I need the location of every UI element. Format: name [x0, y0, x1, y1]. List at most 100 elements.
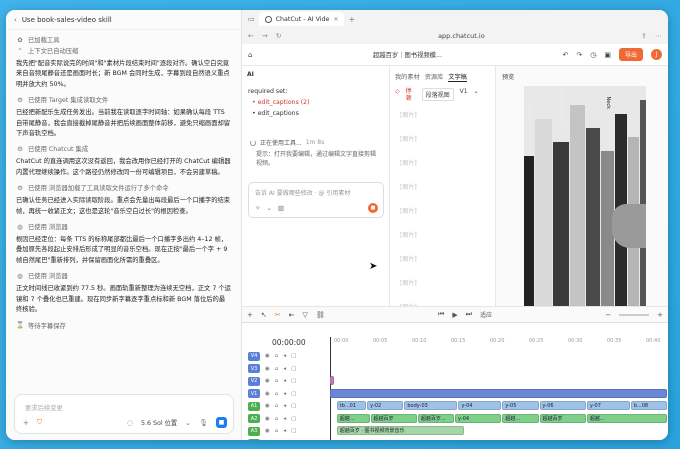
screen-icon[interactable]: ▣	[604, 51, 611, 59]
eye-icon[interactable]: ◉	[265, 416, 270, 422]
sidebar-toggle-icon[interactable]: ▭	[248, 15, 255, 23]
tool-call-line[interactable]: ⚙ 已使用 Chatcut 集成	[16, 143, 231, 154]
lock-icon[interactable]: ⌂	[275, 366, 279, 372]
tool-call-line[interactable]: ✿ 已加载工具	[16, 34, 231, 45]
tool-call-line[interactable]: ⚙ 已使用 Target 集成读取文件	[16, 94, 231, 105]
chevron-down-icon[interactable]: ⌄	[185, 419, 191, 427]
composer-placeholder[interactable]: 要求后续变更	[25, 403, 63, 412]
tool-call-line[interactable]: ⌃ 上下文已自动压缩	[16, 45, 231, 56]
timeline-clip[interactable]: y-06	[539, 401, 586, 410]
model-selector[interactable]: 5.6 Sol 位置	[141, 418, 177, 427]
transcript-image-placeholder[interactable]: [图片]	[400, 110, 495, 134]
transcript-image-placeholder[interactable]: [图片]	[400, 254, 495, 278]
sound-icon[interactable]: ◂	[283, 391, 286, 397]
zoom-out-icon[interactable]: −	[605, 311, 611, 319]
lock-icon[interactable]: ⌂	[275, 378, 279, 384]
transcript-image-placeholder[interactable]: [图片]	[400, 206, 495, 230]
sound-icon[interactable]: ◂	[283, 378, 286, 384]
export-button[interactable]: 导出	[618, 48, 643, 61]
tool-call-line[interactable]: ⌛ 等待字幕保存	[16, 320, 231, 331]
timeline-clip[interactable]: y-07	[586, 401, 630, 410]
url-field[interactable]: app.chatcut.io	[290, 32, 634, 40]
track-id[interactable]: A3	[248, 426, 260, 436]
lock-icon[interactable]: ⌂	[275, 416, 279, 422]
track-id[interactable]: V3	[248, 364, 260, 373]
play-button[interactable]: ▶	[452, 311, 457, 319]
transcript-image-placeholder[interactable]: [图片]	[400, 134, 495, 158]
browser-tab[interactable]: ChatCut - AI Vide ✕	[258, 12, 345, 26]
delete-icon[interactable]: ▢	[291, 391, 296, 397]
track-id[interactable]: A4	[248, 439, 260, 440]
sound-icon[interactable]: ◂	[283, 353, 286, 359]
transcript-image-placeholder[interactable]: [图片]	[400, 230, 495, 254]
chevron-down-icon[interactable]: ⌄	[266, 204, 271, 212]
cursor-tool-icon[interactable]: ↖	[261, 311, 267, 319]
sound-icon[interactable]: ◂	[283, 403, 286, 409]
chat-composer[interactable]: 要求后续变更 + ⛉ ◌ 5.6 Sol 位置 ⌄ 🎙 ■	[14, 394, 234, 434]
ai-input-placeholder[interactable]: 告诉 AI 要做哪些修改 · @ 引用素材	[255, 188, 350, 197]
chevron-left-icon[interactable]: ‹	[14, 16, 17, 24]
send-icon[interactable]: ■	[216, 417, 227, 428]
new-tab-icon[interactable]: +	[348, 15, 355, 24]
sound-icon[interactable]: ◂	[283, 428, 286, 434]
stop-button[interactable]: ■	[368, 203, 378, 213]
history-icon[interactable]: ◷	[590, 51, 596, 59]
redo-icon[interactable]: ↷	[576, 51, 582, 59]
chevron-down-icon[interactable]: ⌄	[474, 88, 479, 95]
forward-icon[interactable]: →	[262, 32, 268, 40]
timeline-clip[interactable]: 超越百岁	[539, 413, 586, 423]
track-id[interactable]: V1	[248, 389, 260, 398]
timeline-clip[interactable]: 超越...	[336, 413, 370, 423]
timeline-clip[interactable]: body-03	[404, 401, 458, 410]
tab-library[interactable]: 资源库	[425, 72, 444, 82]
delete-icon[interactable]: ▢	[291, 416, 296, 422]
eye-icon[interactable]: ◉	[265, 428, 270, 434]
add-icon[interactable]: +	[247, 311, 253, 319]
link-icon[interactable]: ⛓	[316, 311, 325, 319]
timeline-clip[interactable]: tb...01	[336, 401, 367, 410]
reload-icon[interactable]: ↻	[276, 32, 282, 40]
eye-icon[interactable]: ◉	[265, 353, 270, 359]
eye-icon[interactable]: ◉	[265, 378, 270, 384]
sound-icon[interactable]: ◂	[283, 366, 286, 372]
eye-icon[interactable]: ◉	[265, 403, 270, 409]
tool-call-line[interactable]: ◍ 已使用 浏览器	[16, 270, 231, 281]
timeline-clip[interactable]: 超越...	[502, 413, 539, 423]
delete-icon[interactable]: ▢	[291, 378, 296, 384]
delete-icon[interactable]: ▢	[291, 428, 296, 434]
trim-icon[interactable]: ⇤	[289, 311, 295, 319]
zoom-in-icon[interactable]: +	[657, 311, 663, 319]
delete-icon[interactable]: ▢	[291, 366, 296, 372]
lock-icon[interactable]: ⌂	[275, 428, 279, 434]
track-id[interactable]: A2	[248, 414, 260, 423]
timeline-clip[interactable]	[330, 376, 335, 385]
more-icon[interactable]: ⋯	[655, 32, 662, 40]
timeline-clip[interactable]: y-04	[455, 413, 502, 423]
prev-frame-icon[interactable]: ⏮	[438, 310, 444, 319]
timeline-clip[interactable]: 超越百岁	[370, 413, 417, 423]
close-tab-icon[interactable]: ✕	[333, 16, 338, 23]
timeline-clip[interactable]: y-05	[502, 401, 539, 410]
track-id[interactable]: V4	[248, 351, 260, 361]
mic-icon[interactable]: 🎙	[199, 419, 208, 427]
track-id[interactable]: A1	[248, 401, 260, 411]
track-id[interactable]: V2	[248, 376, 260, 386]
delete-icon[interactable]: ▢	[291, 353, 296, 359]
timeline-clip[interactable]: 超越百岁 · 图书视频背景音乐	[336, 426, 465, 435]
lock-icon[interactable]: ⌂	[275, 391, 279, 397]
share-icon[interactable]: ⇪	[641, 32, 647, 40]
timeline-clip[interactable]: 超越...	[586, 413, 667, 423]
avatar[interactable]: J	[651, 49, 662, 60]
plus-icon[interactable]: +	[23, 419, 29, 427]
timeline-clip[interactable]: y-04	[458, 401, 502, 410]
zoom-slider[interactable]	[619, 313, 650, 316]
transcript-image-placeholder[interactable]: [图片]	[400, 158, 495, 182]
project-title[interactable]: 超越百岁｜图书视频模...	[252, 50, 562, 59]
eye-icon[interactable]: ◉	[265, 391, 270, 397]
view-selector[interactable]: 段落视图	[421, 88, 454, 101]
ai-prompt-input[interactable]: 告诉 AI 要做哪些修改 · @ 引用素材 ✧ ⌄ ▧ ■	[248, 182, 384, 218]
lock-icon[interactable]: ⌂	[275, 403, 279, 409]
transcript-image-placeholder[interactable]: [图片]	[400, 278, 495, 302]
tab-transcript[interactable]: 文字稿	[448, 72, 467, 82]
next-frame-icon[interactable]: ⏭	[466, 310, 472, 319]
